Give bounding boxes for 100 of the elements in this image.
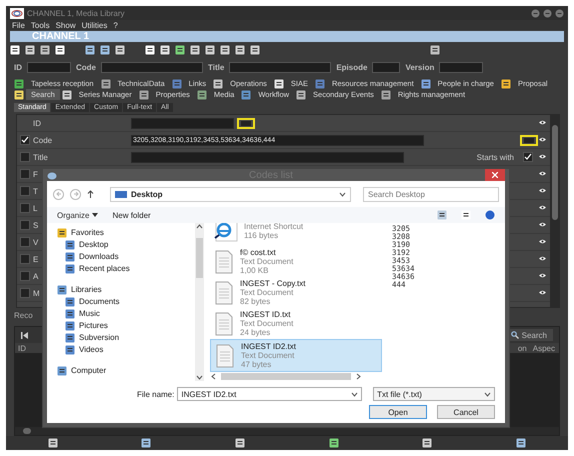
scrollbar-thumb[interactable] <box>196 238 203 278</box>
chevron-down-icon[interactable] <box>196 374 203 381</box>
back-button[interactable] <box>53 188 64 200</box>
document-icon <box>10 44 20 54</box>
up-arrow-icon[interactable] <box>87 190 94 198</box>
file-type: Text Document <box>241 351 296 360</box>
checkbox[interactable] <box>20 271 30 281</box>
field-label: Version <box>405 62 434 72</box>
criteria-label: S <box>33 220 38 230</box>
checkbox[interactable] <box>20 288 30 298</box>
chevron-left-icon[interactable] <box>210 373 217 380</box>
input-field[interactable] <box>131 152 404 162</box>
address-bar[interactable]: Desktop <box>110 186 351 202</box>
nav-item[interactable]: Recent places <box>57 263 195 274</box>
nav-item[interactable]: Subversion <box>57 332 195 343</box>
close-button[interactable] <box>485 169 505 181</box>
eye-icon[interactable] <box>539 273 546 278</box>
scrollbar[interactable] <box>195 223 204 381</box>
eye-icon[interactable] <box>539 120 546 125</box>
checkbox[interactable] <box>20 186 30 196</box>
file-name-field[interactable]: INGEST ID2.txt <box>177 387 362 401</box>
nav-item[interactable]: Music <box>57 308 195 319</box>
scrollbar[interactable] <box>550 115 559 307</box>
nav-item[interactable]: Desktop <box>57 239 195 250</box>
file-list-item[interactable]: Internet Shortcut 116 bytes <box>210 223 382 246</box>
document-icon <box>175 44 185 54</box>
menu-item[interactable]: Tools <box>30 20 50 30</box>
criteria-label: M <box>33 288 40 298</box>
open-button[interactable]: Open <box>369 405 427 419</box>
checkbox[interactable] <box>20 203 30 213</box>
file-list-item[interactable]: INGEST ID2.txt Text Document 47 bytes <box>210 339 382 372</box>
file-list-item[interactable]: f© cost.txt Text Document 1,00 KB <box>210 246 382 277</box>
input-field[interactable] <box>27 62 71 72</box>
document-icon <box>235 44 245 54</box>
checkbox[interactable] <box>20 237 30 247</box>
file-size: 24 bytes <box>240 328 272 337</box>
nav-item[interactable]: Videos <box>57 344 195 355</box>
eye-icon[interactable] <box>539 290 546 295</box>
column-header[interactable]: ID <box>15 344 29 352</box>
organize-menu[interactable]: Organize <box>57 210 98 220</box>
file-list-item[interactable]: INGEST ID.txt Text Document 24 bytes <box>210 308 382 339</box>
text-file-icon <box>215 344 235 368</box>
file-name-label: File name: <box>137 390 174 398</box>
nav-item[interactable]: Pictures <box>57 320 195 331</box>
checkbox[interactable] <box>20 220 30 230</box>
checkbox[interactable] <box>523 152 533 162</box>
input-field[interactable] <box>372 62 400 72</box>
document-icon <box>205 44 215 54</box>
eye-icon[interactable] <box>539 239 546 244</box>
document-icon <box>190 44 200 54</box>
scrollbar[interactable] <box>221 373 351 380</box>
cancel-button[interactable]: Cancel <box>437 405 495 419</box>
column-header[interactable]: Aspec <box>530 344 559 352</box>
field-label: Code <box>76 62 96 72</box>
menu-item[interactable]: File <box>12 20 25 30</box>
nav-item[interactable]: Downloads <box>57 251 195 262</box>
checkbox[interactable] <box>20 169 30 179</box>
file-type: Text Document <box>240 319 294 328</box>
nav-item[interactable]: Documents <box>57 296 195 307</box>
eye-icon[interactable] <box>539 171 546 176</box>
menu-item[interactable]: ? <box>113 20 118 30</box>
input-field[interactable] <box>439 62 484 72</box>
minimize-icon[interactable] <box>531 8 540 18</box>
eye-icon[interactable] <box>539 188 546 193</box>
eye-icon[interactable] <box>539 205 546 210</box>
search-field[interactable]: Search Desktop <box>363 186 499 202</box>
new-folder-button[interactable]: New folder <box>112 210 151 220</box>
column-header[interactable]: on <box>514 344 530 352</box>
eye-icon[interactable] <box>539 256 546 261</box>
menu-item[interactable]: Utilities <box>82 20 108 30</box>
browse-button[interactable] <box>524 138 534 142</box>
document-icon <box>100 44 110 54</box>
text-file-icon <box>214 280 234 304</box>
checkbox[interactable] <box>20 254 30 264</box>
forward-button[interactable] <box>70 188 81 200</box>
menu-item[interactable]: Show <box>56 20 76 30</box>
file-list-item[interactable]: INGEST - Copy.txt Text Document 82 bytes <box>210 277 382 308</box>
checkbox[interactable] <box>20 152 30 162</box>
eye-icon[interactable] <box>539 154 546 159</box>
eye-icon[interactable] <box>539 137 546 142</box>
input-field[interactable] <box>229 62 332 72</box>
browse-button[interactable] <box>241 120 251 126</box>
first-record-icon[interactable] <box>21 332 28 338</box>
chevron-down-icon[interactable] <box>484 390 491 398</box>
input-field[interactable] <box>131 118 234 128</box>
eye-icon[interactable] <box>539 222 546 227</box>
file-size: 82 bytes <box>240 297 272 306</box>
chevron-up-icon[interactable] <box>196 223 203 230</box>
chevron-down-icon[interactable] <box>351 390 358 398</box>
option-label: Starts with <box>476 152 514 162</box>
chevron-down-icon[interactable] <box>339 190 346 198</box>
file-type-dropdown[interactable]: Txt file (*.txt) <box>373 387 495 401</box>
input-field[interactable] <box>101 62 203 72</box>
nav-item[interactable]: Computer <box>57 365 195 376</box>
nav-item[interactable]: Libraries <box>57 284 195 295</box>
scrollbar[interactable] <box>23 428 31 434</box>
nav-item[interactable]: Favorites <box>57 227 195 238</box>
checkbox[interactable] <box>20 135 30 145</box>
file-name: INGEST ID.txt <box>240 310 292 319</box>
chevron-right-icon[interactable] <box>355 373 362 380</box>
